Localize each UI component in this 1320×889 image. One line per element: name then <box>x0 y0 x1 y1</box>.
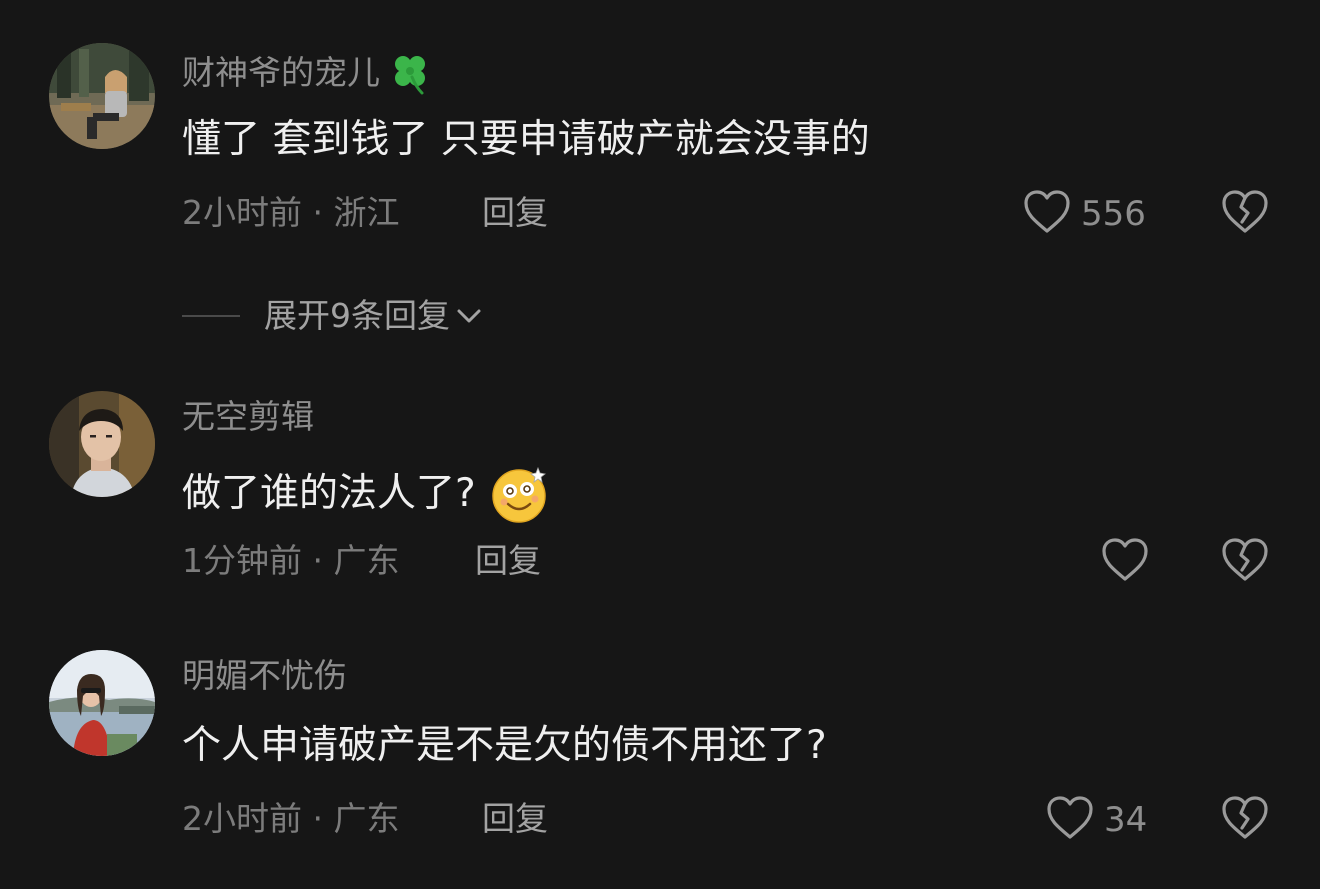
username[interactable]: 财神爷的宠儿 <box>182 49 434 97</box>
like-button[interactable]: 556 <box>1023 189 1146 239</box>
comment-text: 做了谁的法人了? <box>182 464 550 524</box>
comment-text-content: 个人申请破产是不是欠的债不用还了? <box>182 723 827 768</box>
comment-text-content: 做了谁的法人了? <box>182 471 476 516</box>
broken-heart-icon <box>1221 796 1269 845</box>
reply-button[interactable]: 回复 <box>482 193 548 233</box>
heart-icon <box>1101 537 1149 587</box>
divider-line <box>182 315 240 317</box>
username[interactable]: 明媚不忧伤 <box>182 656 347 696</box>
expand-replies-button[interactable]: 展开9条回复 <box>182 296 484 336</box>
time-location: 2小时前 · 广东 <box>182 799 400 838</box>
reply-button[interactable]: 回复 <box>475 541 541 581</box>
chevron-down-icon <box>454 301 484 331</box>
like-button[interactable] <box>1101 537 1159 587</box>
expand-replies-label: 展开9条回复 <box>264 296 450 335</box>
like-count: 556 <box>1081 194 1146 234</box>
broken-heart-icon <box>1221 538 1269 587</box>
like-count: 34 <box>1104 800 1148 840</box>
comment-text: 个人申请破产是不是欠的债不用还了? <box>182 722 827 770</box>
reply-button[interactable]: 回复 <box>482 799 548 839</box>
dislike-button[interactable] <box>1221 189 1269 239</box>
comment-text: 懂了 套到钱了 只要申请破产就会没事的 <box>182 116 870 164</box>
broken-heart-icon <box>1221 190 1269 239</box>
heart-icon <box>1023 189 1071 239</box>
comment-text-content: 懂了 套到钱了 只要申请破产就会没事的 <box>182 117 870 162</box>
avatar[interactable] <box>49 391 155 497</box>
username[interactable]: 无空剪辑 <box>182 397 314 437</box>
username-text: 财神爷的宠儿 <box>182 53 380 92</box>
heart-icon <box>1046 795 1094 845</box>
time-location: 1分钟前 · 广东 <box>182 541 400 580</box>
username-text: 明媚不忧伤 <box>182 656 347 695</box>
four-leaf-clover-icon <box>386 49 434 97</box>
time-location: 2小时前 · 浙江 <box>182 193 400 232</box>
dislike-button[interactable] <box>1221 537 1269 587</box>
like-button[interactable]: 34 <box>1046 795 1147 845</box>
avatar[interactable] <box>49 650 155 756</box>
avatar[interactable] <box>49 43 155 149</box>
username-text: 无空剪辑 <box>182 397 314 436</box>
dislike-button[interactable] <box>1221 795 1269 845</box>
dizzy-smile-emoji-icon <box>490 464 550 524</box>
